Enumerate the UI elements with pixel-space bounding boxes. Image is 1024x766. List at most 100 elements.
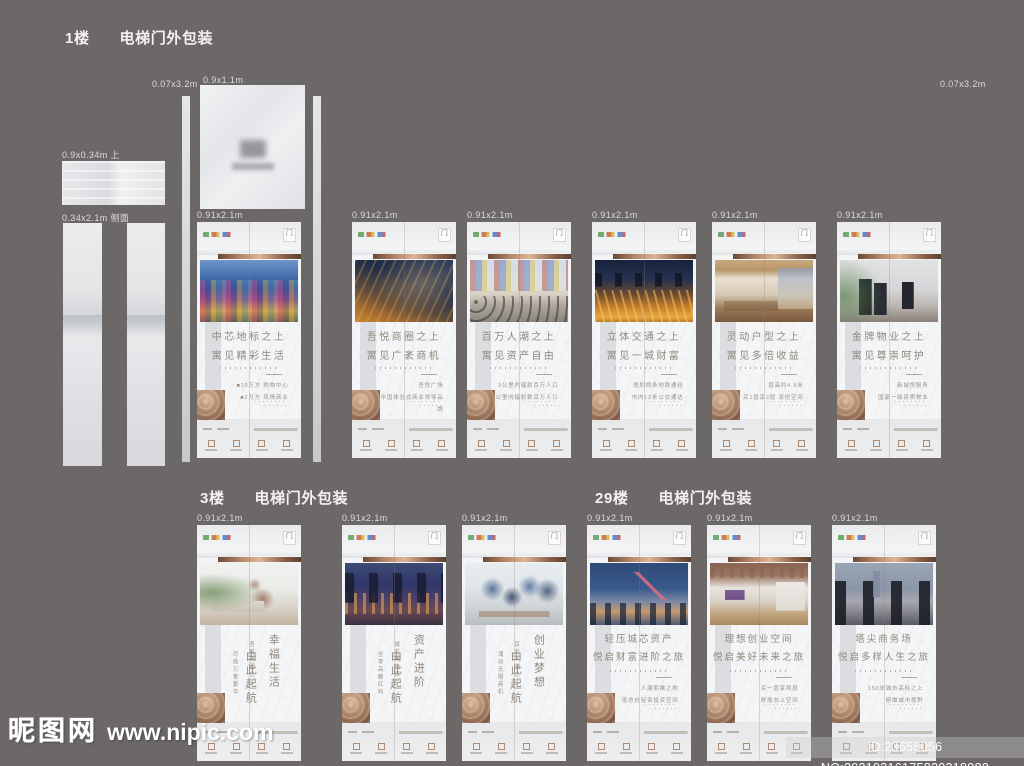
decor-block	[205, 624, 221, 692]
nipic-url: www.nipic.com	[107, 719, 274, 746]
poster-details: 吾悦广场中国体验式商业领导品牌	[375, 380, 444, 416]
door-seam-line	[884, 525, 885, 761]
section-title-floor29: 29楼电梯门外包装	[595, 487, 752, 508]
door-emblem-icon: 门	[548, 531, 561, 545]
poster-12: 0.91x2.1m 门 塔尖商务场悦启多样人生之旅 150米城市高标之上俯瞰城市…	[832, 513, 936, 761]
copper-texture-square	[837, 390, 865, 421]
section-name: 电梯门外包装	[120, 30, 214, 47]
top-cap-size-label: 0.9x0.34m 上	[62, 148, 120, 161]
trim-left-size-label: 0.07x3.2m	[152, 79, 198, 89]
poster-11: 0.91x2.1m 门 理想创业空间悦启美好未来之旅 买一层享两层舒展向上空间	[707, 513, 811, 761]
door-emblem-icon: 门	[798, 228, 811, 242]
section-title-floor3: 3楼 电梯门外包装	[200, 487, 348, 508]
door-emblem-icon: 门	[438, 228, 451, 242]
poster-1: 0.91x2.1m 门 中芯地标之上寓见精彩生活 ■10万方 购物中心■2万方 …	[197, 210, 301, 458]
door-seam-line	[514, 525, 515, 761]
door-seam-line	[639, 525, 640, 761]
poster-size-label: 0.91x2.1m	[832, 513, 936, 525]
footer-icon	[715, 743, 727, 754]
brand-logos-icon	[598, 232, 633, 237]
detail-dots	[255, 401, 286, 407]
detail-dots	[890, 704, 921, 710]
poster-3: 0.91x2.1m 门 百万人潮之上寓见资产自由 3公里内辐射百万人口5公里内辐…	[467, 210, 571, 458]
door-emblem-icon: 门	[283, 228, 296, 242]
detail-divider	[906, 374, 923, 375]
footer-icon	[646, 743, 658, 754]
image-id-stamp: ID:23658056 NO:20210316175820218080	[786, 737, 1024, 758]
poster-size-label: 0.91x2.1m	[467, 210, 571, 222]
footer-icon	[521, 743, 533, 754]
door-trim-left	[182, 96, 190, 462]
copper-texture-square	[352, 390, 380, 421]
poster-artwork: 门 百万人潮之上寓见资产自由 3公里内辐射百万人口5公里内辐射数百万人口	[467, 222, 571, 458]
copper-texture-square	[342, 693, 370, 724]
footer-icon	[375, 743, 387, 754]
poster-artwork: 门 吾悦商圈之上寓见广袤商机 吾悦广场中国体验式商业领导品牌	[352, 222, 456, 458]
footer-icon	[500, 440, 512, 451]
footer-icon	[551, 440, 563, 451]
poster-size-label: 0.91x2.1m	[197, 210, 301, 222]
door-emblem-icon: 门	[793, 531, 806, 545]
door-emblem-icon: 门	[283, 531, 296, 545]
door-emblem-icon: 门	[553, 228, 566, 242]
brand-logos-icon	[838, 535, 873, 540]
brand-logos-icon	[473, 232, 508, 237]
copper-texture-square	[467, 390, 495, 421]
trim-right-size-label: 0.07x3.2m	[940, 79, 986, 89]
door-top-size-label: 0.9x1.1m	[203, 75, 243, 85]
poster-6: 0.91x2.1m 门 金牌物业之上寓见尊崇呵护 新城悦服务国家一级资质物业	[837, 210, 941, 458]
brand-logos-icon	[713, 535, 748, 540]
footer-icon	[651, 440, 663, 451]
decor-block	[350, 624, 366, 692]
poster-artwork: 门 立体交通之上寓见一城财富 规划两条地铁通经市内12条公交通达	[592, 222, 696, 458]
copper-accent-bar	[488, 254, 571, 259]
footer-icon	[720, 440, 732, 451]
door-seam-line	[404, 222, 405, 458]
brand-logos-icon	[358, 232, 393, 237]
footer-icon	[870, 440, 882, 451]
brand-logos-icon	[593, 535, 628, 540]
copper-texture-square	[462, 693, 490, 724]
copper-texture-square	[712, 390, 740, 421]
copper-accent-bar	[373, 254, 456, 259]
footer-icon	[546, 743, 558, 754]
door-emblem-icon: 门	[673, 531, 686, 545]
copper-texture-square	[707, 693, 735, 724]
footer-icon	[625, 440, 637, 451]
brand-logos-icon	[718, 232, 753, 237]
detail-divider	[266, 374, 283, 375]
footer-icon	[921, 440, 933, 451]
footer-icon	[771, 440, 783, 451]
nipic-logo: 昵图网	[8, 709, 98, 748]
footer-icon	[676, 440, 688, 451]
copper-accent-bar	[853, 557, 936, 562]
poster-8: 0.91x2.1m 门 资产进阶由此起航 城芯稀缺资产坐享高额红利	[342, 513, 446, 761]
detail-divider	[661, 374, 678, 375]
footer-icon	[495, 743, 507, 754]
footer-icon	[205, 440, 217, 451]
brand-logos-icon	[203, 535, 238, 540]
detail-dots	[765, 704, 796, 710]
door-top-logo-panel	[200, 85, 305, 209]
poster-size-label: 0.91x2.1m	[197, 513, 301, 525]
poster-artwork: 门 中芯地标之上寓见精彩生活 ■10万方 购物中心■2万方 风情商业	[197, 222, 301, 458]
door-seam-line	[644, 222, 645, 458]
blurred-brand-logo	[240, 140, 266, 158]
copper-accent-bar	[218, 254, 301, 259]
poster-artwork: 门 塔尖商务场悦启多样人生之旅 150米城市高标之上俯瞰城市视野	[832, 525, 936, 761]
door-side-panel-right	[127, 223, 165, 466]
section-name: 电梯门外包装	[255, 490, 349, 507]
poster-2: 0.91x2.1m 门 吾悦商圈之上寓见广袤商机 吾悦广场中国体验式商业领导品牌	[352, 210, 456, 458]
brand-logos-icon	[468, 535, 503, 540]
poster-artwork: 门 灵动户型之上寓见多倍收益 层高约4.8米买1层享2层 双倍空间	[712, 222, 816, 458]
detail-dots	[645, 704, 676, 710]
floor-number: 3楼	[200, 490, 225, 507]
copper-accent-bar	[858, 254, 941, 259]
detail-divider	[656, 677, 673, 678]
copper-accent-bar	[483, 557, 566, 562]
footer-icon	[796, 440, 808, 451]
footer-icon	[426, 743, 438, 754]
poster-artwork: 门 金牌物业之上寓见尊崇呵护 新城悦服务国家一级资质物业	[837, 222, 941, 458]
footer-icon	[526, 440, 538, 451]
footer-icon	[620, 743, 632, 754]
